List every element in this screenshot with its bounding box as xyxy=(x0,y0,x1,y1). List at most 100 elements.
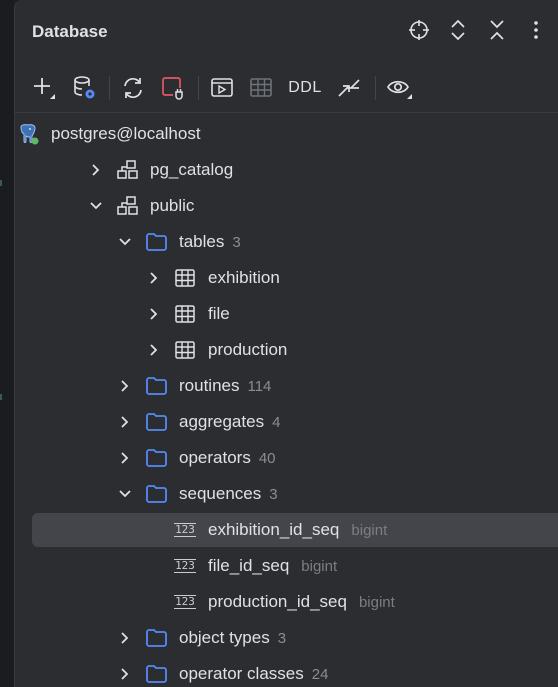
tree-item-count: 114 xyxy=(247,378,272,395)
tree-item-production-id-seq[interactable]: 123 production_id_seq bigint xyxy=(15,584,558,620)
tree-item-count: 24 xyxy=(311,666,329,683)
tree-item-name: object types xyxy=(179,628,270,647)
tree-item-name: operators xyxy=(179,448,251,467)
tree-item-label: aggregates 4 xyxy=(179,412,280,432)
chevron-right-icon[interactable] xyxy=(116,413,134,431)
tree-item-name: sequences xyxy=(179,484,262,503)
add-icon[interactable] xyxy=(28,72,60,104)
more-vertical-icon[interactable] xyxy=(522,16,550,44)
toolbar-separator xyxy=(109,76,110,100)
data-source-properties-icon[interactable] xyxy=(68,72,100,104)
gutter-marker xyxy=(0,394,2,400)
tree-item-routines[interactable]: routines 114 xyxy=(15,368,558,404)
sequence-icon: 123 xyxy=(174,591,196,613)
tool-window-header: Database xyxy=(15,0,558,62)
chevron-right-icon[interactable] xyxy=(145,341,163,359)
sequence-badge: 123 xyxy=(174,559,196,573)
tree-item-label: object types 3 xyxy=(179,628,286,648)
tree-item-name: operator classes xyxy=(179,664,304,683)
jump-to-source-icon[interactable] xyxy=(333,72,365,104)
tree-item-object-types[interactable]: object types 3 xyxy=(15,620,558,656)
tree-item-pg-catalog[interactable]: pg_catalog xyxy=(15,152,558,188)
folder-icon xyxy=(145,663,167,685)
tree-item-exhibition-id-seq[interactable]: 123 exhibition_id_seq bigint xyxy=(15,512,558,548)
tree-item-type: bigint xyxy=(358,594,395,611)
tree-item-type: bigint xyxy=(301,558,338,575)
left-gutter xyxy=(0,0,14,687)
crosshair-icon[interactable] xyxy=(405,16,433,44)
toolbar-separator xyxy=(198,76,199,100)
tree-item-label: routines 114 xyxy=(179,376,271,396)
tree-item-file[interactable]: file xyxy=(15,296,558,332)
tree-item-label: public xyxy=(150,196,195,215)
tree-item-production[interactable]: production xyxy=(15,332,558,368)
tree-root-postgres[interactable]: postgres@localhost xyxy=(15,116,558,152)
chevron-right-icon[interactable] xyxy=(87,161,105,179)
sequence-icon: 123 xyxy=(174,555,196,577)
tree-item-file-id-seq[interactable]: 123 file_id_seq bigint xyxy=(15,548,558,584)
sequence-badge: 123 xyxy=(174,523,196,537)
tree-item-aggregates[interactable]: aggregates 4 xyxy=(15,404,558,440)
chevron-down-icon[interactable] xyxy=(116,485,134,503)
table-icon xyxy=(174,267,196,289)
refresh-icon[interactable] xyxy=(117,72,149,104)
chevron-right-icon[interactable] xyxy=(116,629,134,647)
schema-icon xyxy=(116,159,138,181)
tree-item-count: 3 xyxy=(277,630,287,647)
folder-icon xyxy=(145,411,167,433)
table-view-icon[interactable] xyxy=(245,72,277,104)
chevron-right-icon[interactable] xyxy=(145,305,163,323)
tree-item-count: 4 xyxy=(272,414,281,431)
tree-item-tables[interactable]: tables 3 xyxy=(15,224,558,260)
tree-item-name: tables xyxy=(179,232,225,251)
tree-item-label: file_id_seq bigint xyxy=(208,556,337,576)
tree-item-type: bigint xyxy=(351,522,388,539)
tree-item-label: operator classes 24 xyxy=(179,664,328,684)
tree-item-label: tables 3 xyxy=(179,232,241,252)
tree-item-exhibition[interactable]: exhibition xyxy=(15,260,558,296)
tree-item-name: exhibition_id_seq xyxy=(208,520,340,539)
toolbar-separator xyxy=(375,76,376,100)
query-console-icon[interactable] xyxy=(206,72,238,104)
chevron-right-icon[interactable] xyxy=(145,269,163,287)
postgres-elephant-icon xyxy=(17,123,39,145)
tree-item-count: 3 xyxy=(269,486,278,503)
tree-item-label: production_id_seq bigint xyxy=(208,592,395,612)
table-icon xyxy=(174,339,196,361)
ddl-button[interactable]: DDL xyxy=(287,72,323,104)
folder-icon xyxy=(145,627,167,649)
expand-icon[interactable] xyxy=(444,16,472,44)
tree-item-label: file xyxy=(208,304,230,323)
tree-item-label: production xyxy=(208,340,288,359)
tree-item-label: operators 40 xyxy=(179,448,276,468)
tree-item-count: 40 xyxy=(258,450,276,467)
tree-item-label: exhibition_id_seq bigint xyxy=(208,520,387,540)
chevron-right-icon[interactable] xyxy=(116,377,134,395)
tree-item-sequences[interactable]: sequences 3 xyxy=(15,476,558,512)
tree-item-name: file_id_seq xyxy=(208,556,290,575)
view-options-icon[interactable] xyxy=(384,72,416,104)
disconnect-icon[interactable] xyxy=(157,72,189,104)
chevron-down-icon[interactable] xyxy=(87,197,105,215)
folder-icon xyxy=(145,483,167,505)
folder-icon xyxy=(145,375,167,397)
chevron-right-icon[interactable] xyxy=(116,449,134,467)
tree-item-count: 3 xyxy=(232,234,241,251)
chevron-down-icon[interactable] xyxy=(116,233,134,251)
panel-title: Database xyxy=(32,22,108,41)
tree-item-name: aggregates xyxy=(179,412,265,431)
tree-item-operators[interactable]: operators 40 xyxy=(15,440,558,476)
tree-item-name: routines xyxy=(179,376,240,395)
chevron-right-icon[interactable] xyxy=(116,665,134,683)
table-icon xyxy=(174,303,196,325)
tree-item-label: exhibition xyxy=(208,268,280,287)
folder-icon xyxy=(145,231,167,253)
sequence-badge: 123 xyxy=(174,595,196,609)
tree-item-label: sequences 3 xyxy=(179,484,278,504)
tree-item-public[interactable]: public xyxy=(15,188,558,224)
gutter-marker xyxy=(0,180,2,186)
tree-item-operator-classes[interactable]: operator classes 24 xyxy=(15,656,558,687)
collapse-icon[interactable] xyxy=(483,16,511,44)
tree-item-label: postgres@localhost xyxy=(51,124,201,143)
tree-item-name: production_id_seq xyxy=(208,592,347,611)
